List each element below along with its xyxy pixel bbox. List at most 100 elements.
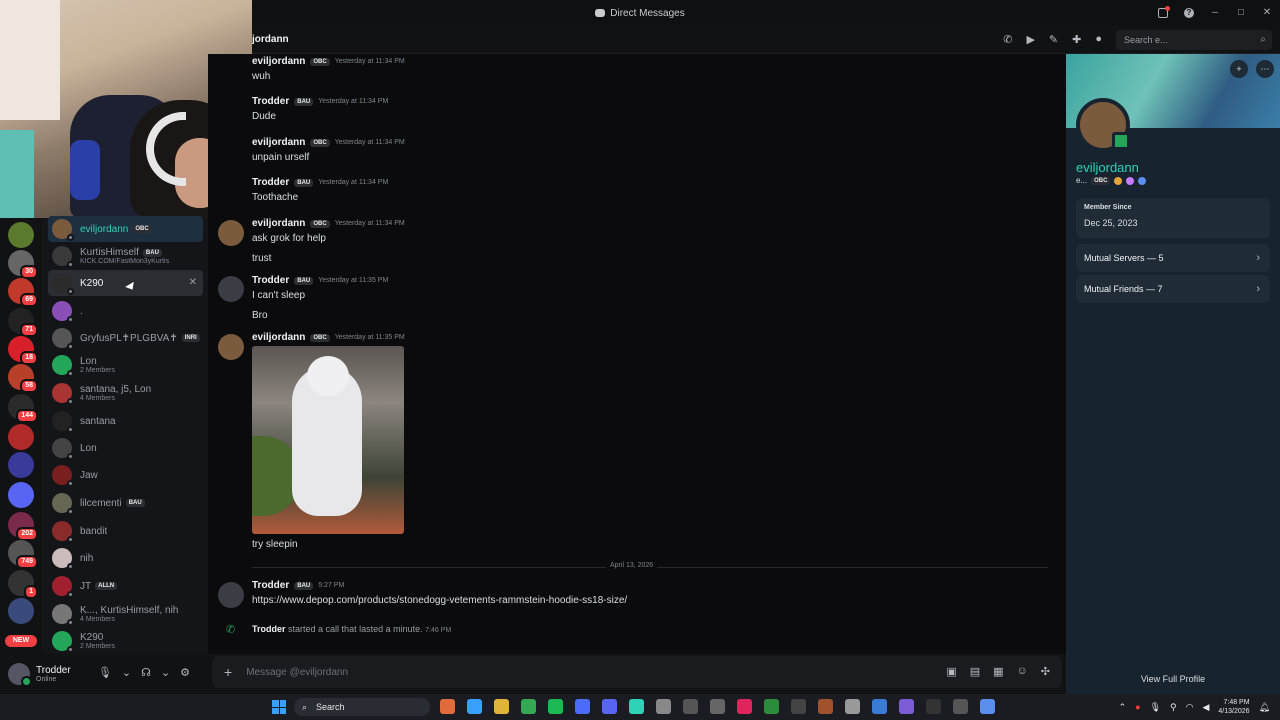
message-author[interactable]: Trodder bbox=[252, 96, 289, 107]
add-friends-icon[interactable]: ✚ bbox=[1072, 33, 1081, 46]
volume-icon[interactable]: ◀ bbox=[1202, 702, 1209, 713]
emoji-icon[interactable]: ☺ bbox=[1017, 665, 1028, 678]
message-avatar[interactable] bbox=[218, 334, 244, 360]
app-icon[interactable] bbox=[440, 699, 455, 714]
app-icon[interactable] bbox=[629, 699, 644, 714]
avatar[interactable] bbox=[8, 663, 32, 687]
server-icon[interactable]: 58 bbox=[8, 364, 38, 393]
server-icon[interactable]: 30 bbox=[8, 250, 38, 279]
call-author[interactable]: Trodder bbox=[252, 624, 286, 634]
message-author[interactable]: Trodder bbox=[252, 177, 289, 188]
profile-avatar[interactable] bbox=[1076, 98, 1130, 152]
close-dm-icon[interactable]: ✕ bbox=[189, 277, 197, 288]
discord-icon[interactable] bbox=[602, 699, 617, 714]
microphone-icon[interactable]: 🎙︎ bbox=[1150, 702, 1161, 713]
maximize-icon[interactable]: □ bbox=[1236, 8, 1246, 18]
dm-item[interactable]: eviljordann OBC bbox=[48, 216, 203, 242]
add-friend-icon[interactable]: + bbox=[1230, 60, 1248, 78]
minimize-icon[interactable]: – bbox=[1210, 8, 1220, 18]
spotify-icon[interactable] bbox=[548, 699, 563, 714]
dm-item[interactable]: santana bbox=[48, 408, 203, 434]
help-icon[interactable]: ? bbox=[1184, 8, 1194, 18]
server-icon[interactable] bbox=[8, 222, 34, 248]
chevron-down-icon[interactable]: ⌄ bbox=[161, 666, 170, 679]
server-icon[interactable]: 144 bbox=[8, 394, 38, 423]
sticker-icon[interactable]: ▦ bbox=[993, 665, 1003, 678]
user-profile-icon[interactable]: ● bbox=[1095, 33, 1102, 46]
app-icon[interactable] bbox=[818, 699, 833, 714]
chevron-up-icon[interactable]: ⌃ bbox=[1119, 702, 1127, 713]
dm-item[interactable]: Jaw bbox=[48, 462, 203, 488]
dm-item[interactable]: GryfusPL✝PLGBVA✝ INRI bbox=[48, 325, 203, 351]
tray-app-icon[interactable]: ● bbox=[1135, 702, 1140, 712]
dm-item[interactable]: . bbox=[48, 298, 203, 324]
voice-call-icon[interactable]: ✆ bbox=[1003, 33, 1012, 46]
chevron-down-icon[interactable]: ⌄ bbox=[122, 666, 131, 679]
app-icon[interactable] bbox=[872, 699, 887, 714]
message-author[interactable]: Trodder bbox=[252, 275, 289, 286]
app-icon[interactable] bbox=[737, 699, 752, 714]
notification-icon[interactable]: 🔔︎ bbox=[1259, 702, 1270, 713]
dm-item[interactable]: Lon bbox=[48, 435, 203, 461]
server-icon[interactable] bbox=[8, 482, 34, 508]
app-icon[interactable] bbox=[899, 699, 914, 714]
windows-start-icon[interactable] bbox=[272, 700, 286, 714]
app-icon[interactable] bbox=[656, 699, 671, 714]
mutual-friends-row[interactable]: Mutual Friends — 7 › bbox=[1076, 275, 1270, 303]
server-icon[interactable]: 749 bbox=[8, 540, 38, 569]
message-author[interactable]: eviljordann bbox=[252, 218, 305, 229]
mutual-servers-row[interactable]: Mutual Servers — 5 › bbox=[1076, 244, 1270, 272]
dm-item[interactable]: K..., KurtisHimself, nih 4 Members bbox=[48, 601, 203, 627]
taskbar-search[interactable]: ⌕ Search bbox=[294, 698, 430, 716]
app-icon[interactable] bbox=[683, 699, 698, 714]
view-full-profile-link[interactable]: View Full Profile bbox=[1066, 674, 1280, 684]
app-icon[interactable] bbox=[791, 699, 806, 714]
app-icon[interactable] bbox=[467, 699, 482, 714]
message-author[interactable]: eviljordann bbox=[252, 56, 305, 67]
dm-item[interactable]: K290 ✕ bbox=[48, 270, 203, 296]
app-icon[interactable] bbox=[953, 699, 968, 714]
chrome-icon[interactable] bbox=[521, 699, 536, 714]
dm-item[interactable]: JT ALLN bbox=[48, 573, 203, 599]
apps-icon[interactable]: ✣ bbox=[1041, 665, 1050, 678]
message-author[interactable]: eviljordann bbox=[252, 332, 305, 343]
dm-item[interactable]: lilcementi BAU bbox=[48, 490, 203, 516]
app-icon[interactable] bbox=[575, 699, 590, 714]
inbox-icon[interactable] bbox=[1158, 6, 1170, 18]
message-avatar[interactable] bbox=[218, 220, 244, 246]
dm-item[interactable]: KurtisHimself BAU KICK.COM/FastMon3yKurtis bbox=[48, 243, 203, 269]
server-icon[interactable]: 202 bbox=[8, 512, 38, 541]
add-attachment-icon[interactable]: + bbox=[224, 664, 232, 680]
headphones-icon[interactable]: ☊ bbox=[141, 666, 151, 679]
close-icon[interactable]: ✕ bbox=[1262, 8, 1272, 18]
pin-icon[interactable]: ✎ bbox=[1049, 33, 1058, 46]
file-explorer-icon[interactable] bbox=[494, 699, 509, 714]
video-call-icon[interactable]: ▶ bbox=[1026, 33, 1034, 46]
server-icon[interactable]: 69 bbox=[8, 278, 38, 307]
message-author[interactable]: Trodder bbox=[252, 580, 289, 591]
dm-item[interactable]: nih bbox=[48, 545, 203, 571]
server-icon[interactable] bbox=[8, 452, 34, 478]
search-input[interactable]: Search e... ⌕ bbox=[1116, 30, 1272, 50]
server-icon[interactable] bbox=[8, 598, 34, 624]
gif-icon[interactable]: ▤ bbox=[970, 665, 980, 678]
app-icon[interactable] bbox=[710, 699, 725, 714]
server-icon[interactable]: 71 bbox=[8, 308, 38, 337]
app-icon[interactable] bbox=[926, 699, 941, 714]
wifi-icon[interactable]: ◠ bbox=[1186, 702, 1194, 713]
microphone-icon[interactable]: 🎙︎ bbox=[98, 666, 112, 679]
server-icon[interactable]: 18 bbox=[8, 336, 38, 365]
gear-icon[interactable]: ⚙ bbox=[180, 666, 190, 679]
message-avatar[interactable] bbox=[218, 276, 244, 302]
server-icon[interactable] bbox=[8, 424, 34, 450]
message-avatar[interactable] bbox=[218, 582, 244, 608]
dm-item[interactable]: Lon 2 Members bbox=[48, 352, 203, 378]
minecraft-icon[interactable] bbox=[764, 699, 779, 714]
gift-icon[interactable]: ▣ bbox=[946, 665, 956, 678]
dm-item[interactable]: bandit bbox=[48, 518, 203, 544]
tray-app-icon[interactable]: ⚲ bbox=[1170, 702, 1177, 713]
more-options-icon[interactable]: ⋯ bbox=[1256, 60, 1274, 78]
dm-item[interactable]: K290 2 Members bbox=[48, 628, 203, 654]
message-composer[interactable]: + Message @eviljordann ▣ ▤ ▦ ☺ ✣ bbox=[212, 656, 1062, 688]
dm-item[interactable]: santana, j5, Lon 4 Members bbox=[48, 380, 203, 406]
